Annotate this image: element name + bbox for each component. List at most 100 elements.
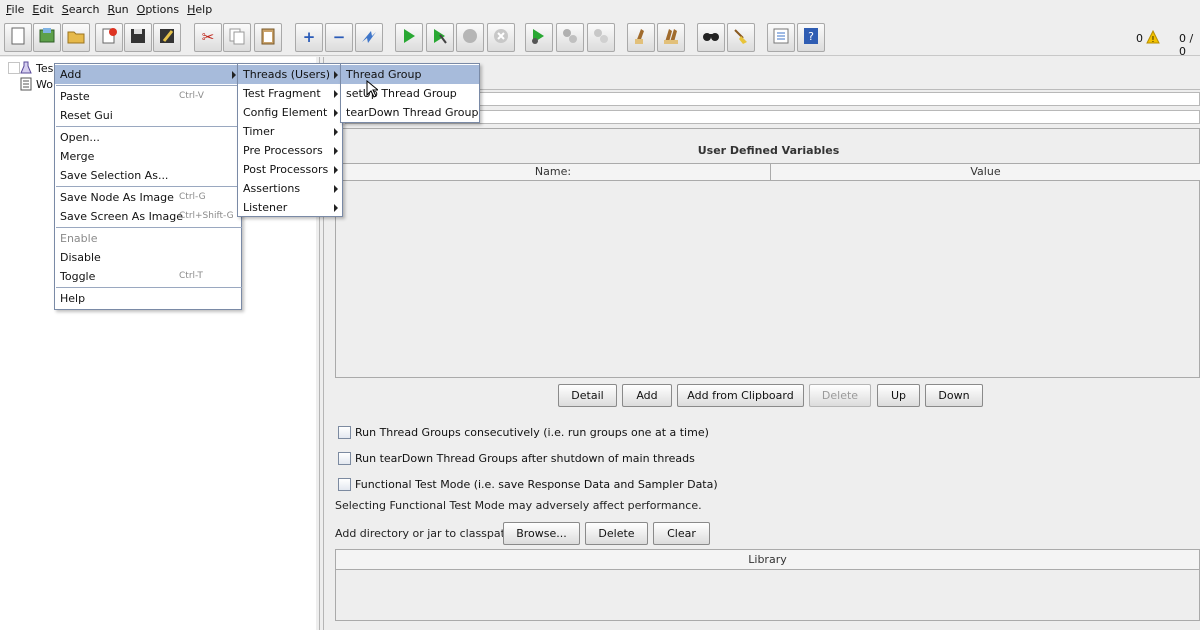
add-button[interactable]: Add	[622, 384, 672, 407]
save-button[interactable]	[124, 23, 152, 52]
menu-item-label: tearDown Thread Group	[346, 106, 479, 119]
column-header-library[interactable]: Library	[336, 550, 1199, 570]
tree-node-workbench[interactable]: Wo	[20, 76, 53, 92]
menu-item-toggle[interactable]: Toggle Ctrl-T	[55, 267, 241, 286]
start-no-pause-button[interactable]	[426, 23, 454, 52]
close-button[interactable]	[95, 23, 123, 52]
clear-classpath-button[interactable]: Clear	[653, 522, 710, 545]
save-icon	[128, 26, 148, 49]
test-plan-icon	[20, 61, 32, 75]
threads-submenu: Thread Group setUp Thread Group tearDown…	[340, 63, 480, 123]
menu-options[interactable]: Options	[133, 1, 183, 19]
consecutive-checkbox[interactable]	[338, 425, 351, 439]
save-as-button[interactable]	[153, 23, 181, 52]
functional-label: Functional Test Mode (i.e. save Response…	[355, 477, 718, 491]
classpath-delete-button[interactable]: Delete	[585, 522, 648, 545]
new-button[interactable]	[4, 23, 32, 52]
stop-button[interactable]	[456, 23, 484, 52]
clear-button[interactable]	[627, 23, 655, 52]
close-icon	[99, 26, 119, 49]
paste-button[interactable]	[254, 23, 282, 52]
consecutive-checkbox-row[interactable]: Run Thread Groups consecutively (i.e. ru…	[338, 424, 709, 440]
remote-shutdown-button[interactable]	[587, 23, 615, 52]
submenu-item-assertions[interactable]: Assertions	[238, 179, 342, 198]
functional-checkbox-row[interactable]: Functional Test Mode (i.e. save Response…	[338, 476, 718, 492]
menu-item-open[interactable]: Open...	[55, 128, 241, 147]
save-as-icon	[157, 26, 177, 49]
menu-item-shortcut: Ctrl-G	[179, 192, 206, 202]
reset-search-button[interactable]	[727, 23, 755, 52]
functional-checkbox[interactable]	[338, 477, 351, 491]
menu-item-add[interactable]: Add	[55, 65, 241, 84]
collapse-button[interactable]: −	[325, 23, 353, 52]
menu-item-paste[interactable]: Paste Ctrl-V	[55, 87, 241, 106]
open-button[interactable]	[62, 23, 90, 52]
tree-node-test-plan[interactable]: Tes	[20, 60, 53, 76]
menu-item-reset-gui[interactable]: Reset Gui	[55, 106, 241, 125]
warning-icon[interactable]: !	[1146, 29, 1160, 44]
remote-start-button[interactable]	[525, 23, 553, 52]
menu-item-label: Post Processors	[243, 163, 329, 176]
shutdown-button[interactable]	[487, 23, 515, 52]
remote-stop-icon	[560, 26, 580, 49]
mouse-cursor-icon	[366, 79, 380, 101]
expand-icon: +	[302, 28, 316, 46]
menu-run[interactable]: Run	[104, 1, 133, 19]
submenu-item-timer[interactable]: Timer	[238, 122, 342, 141]
new-icon	[8, 26, 28, 49]
submenu-arrow-icon	[334, 166, 338, 174]
menu-search[interactable]: Search	[58, 1, 104, 19]
browse-button[interactable]: Browse...	[503, 522, 580, 545]
add-from-clipboard-button[interactable]: Add from Clipboard	[677, 384, 804, 407]
copy-button[interactable]	[223, 23, 251, 52]
up-button[interactable]: Up	[877, 384, 920, 407]
detail-button[interactable]: Detail	[558, 384, 617, 407]
submenu-item-test-fragment[interactable]: Test Fragment	[238, 84, 342, 103]
remote-stop-button[interactable]	[556, 23, 584, 52]
help-button[interactable]: ?	[797, 23, 825, 52]
submenu-item-thread-group[interactable]: Thread Group	[341, 65, 479, 84]
help-icon: ?	[801, 26, 821, 49]
consecutive-label: Run Thread Groups consecutively (i.e. ru…	[355, 425, 709, 439]
menu-help[interactable]: Help	[183, 1, 216, 19]
submenu-item-threads-users[interactable]: Threads (Users)	[238, 65, 342, 84]
tree-expander[interactable]	[8, 62, 20, 74]
menu-item-save-selection-as[interactable]: Save Selection As...	[55, 166, 241, 185]
menu-item-disable[interactable]: Disable	[55, 248, 241, 267]
open-icon	[66, 26, 86, 49]
submenu-item-post-processors[interactable]: Post Processors	[238, 160, 342, 179]
templates-button[interactable]	[33, 23, 61, 52]
start-button[interactable]	[395, 23, 423, 52]
submenu-item-listener[interactable]: Listener	[238, 198, 342, 217]
user-defined-variables-table: User Defined Variables Name: Value	[335, 128, 1200, 378]
expand-button[interactable]: +	[295, 23, 323, 52]
clear-all-button[interactable]	[657, 23, 685, 52]
submenu-item-pre-processors[interactable]: Pre Processors	[238, 141, 342, 160]
menu-item-save-node-as-image[interactable]: Save Node As Image Ctrl-G	[55, 188, 241, 207]
menu-edit[interactable]: Edit	[28, 1, 57, 19]
menu-separator	[56, 126, 242, 127]
search-button[interactable]	[697, 23, 725, 52]
submenu-item-teardown-thread-group[interactable]: tearDown Thread Group	[341, 103, 479, 122]
menu-item-label: Timer	[243, 125, 275, 138]
menu-item-shortcut: Ctrl+Shift-G	[179, 211, 234, 221]
menu-item-label: setUp Thread Group	[346, 87, 457, 100]
submenu-item-config-element[interactable]: Config Element	[238, 103, 342, 122]
submenu-item-setup-thread-group[interactable]: setUp Thread Group	[341, 84, 479, 103]
delete-button[interactable]: Delete	[809, 384, 871, 407]
menu-item-label: Paste	[60, 90, 90, 103]
menu-item-enable[interactable]: Enable	[55, 229, 241, 248]
toggle-button[interactable]	[355, 23, 383, 52]
column-header-value[interactable]: Value	[771, 164, 1200, 180]
column-header-name[interactable]: Name:	[336, 164, 771, 180]
function-helper-button[interactable]	[767, 23, 795, 52]
menu-file[interactable]: File	[2, 1, 28, 19]
menu-item-merge[interactable]: Merge	[55, 147, 241, 166]
teardown-checkbox-row[interactable]: Run tearDown Thread Groups after shutdow…	[338, 450, 695, 466]
down-button[interactable]: Down	[925, 384, 983, 407]
cut-button[interactable]: ✂	[194, 23, 222, 52]
menu-item-label: Add	[60, 68, 82, 81]
menu-item-save-screen-as-image[interactable]: Save Screen As Image Ctrl+Shift-G	[55, 207, 241, 226]
teardown-checkbox[interactable]	[338, 451, 351, 465]
menu-item-help[interactable]: Help	[55, 289, 241, 308]
